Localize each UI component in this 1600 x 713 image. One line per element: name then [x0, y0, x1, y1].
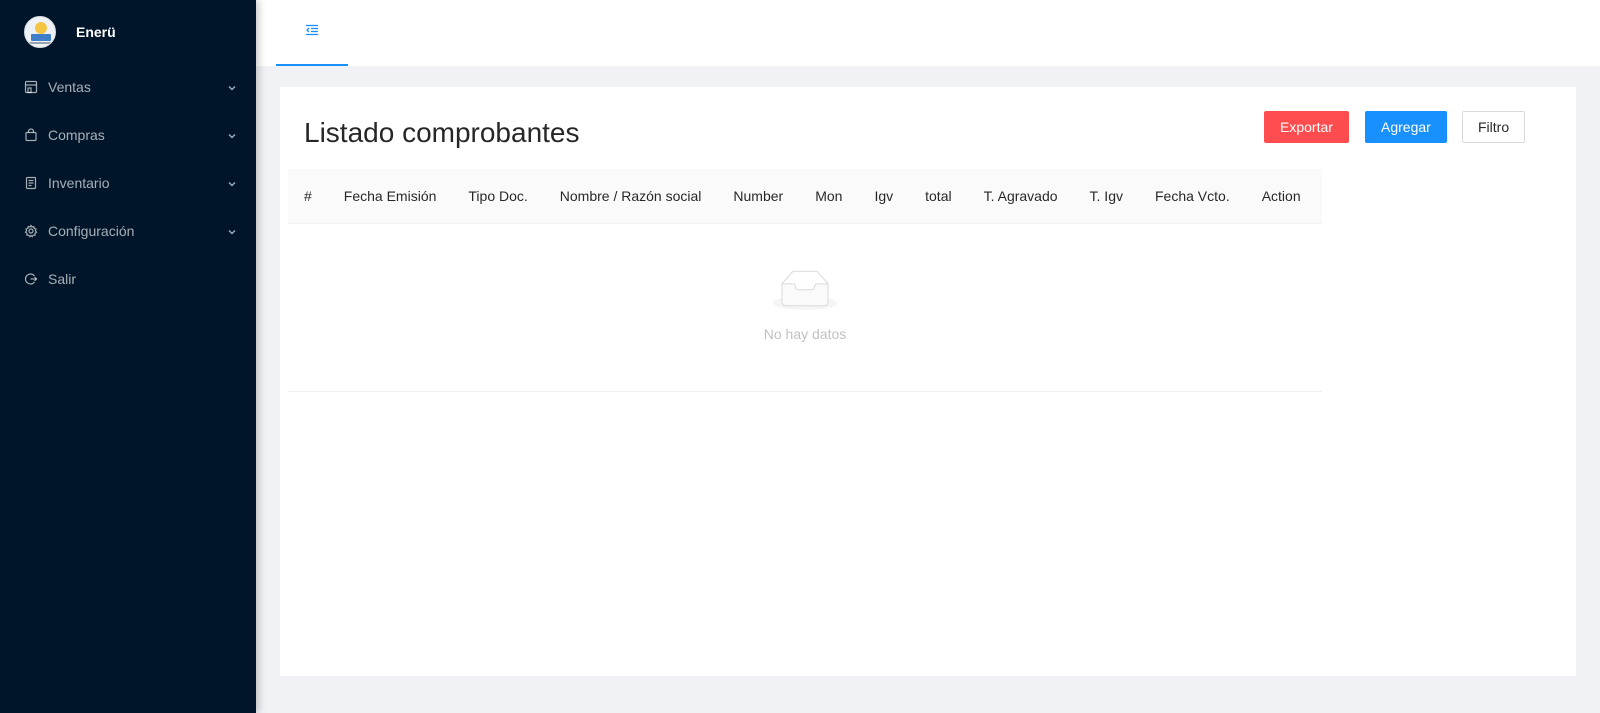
column-header-nombre: Nombre / Razón social: [559, 188, 702, 204]
chevron-down-icon: [226, 129, 238, 141]
column-header-index: #: [304, 188, 312, 204]
column-header-total: total: [925, 188, 952, 204]
menu-fold-icon: [305, 23, 319, 42]
column-header-action: Action: [1261, 188, 1301, 204]
menu-toggle-tab[interactable]: [276, 0, 348, 66]
top-header: [256, 0, 1600, 66]
chevron-down-icon: [226, 177, 238, 189]
sidebar-item-salir[interactable]: Salir: [0, 255, 256, 303]
brand-name: Enerü: [76, 24, 116, 40]
gear-icon: [24, 224, 38, 238]
filter-button[interactable]: Filtro: [1462, 111, 1526, 143]
page-title: Listado comprobantes: [304, 117, 580, 148]
logo[interactable]: [24, 16, 56, 48]
sidebar-item-label: Inventario: [48, 175, 110, 191]
sidebar-item-label: Salir: [48, 271, 77, 287]
sidebar-item-compras[interactable]: Compras: [0, 111, 256, 159]
sidebar-item-label: Configuración: [48, 223, 135, 239]
export-button[interactable]: Exportar: [1264, 111, 1349, 143]
column-header-t-agravado: T. Agravado: [983, 188, 1058, 204]
content-card: Listado comprobantes Exportar Agregar Fi…: [280, 87, 1576, 676]
chevron-down-icon: [226, 225, 238, 237]
sidebar-item-label: Compras: [48, 127, 105, 143]
sidebar-menu: Ventas Compras Inventario Configuración …: [0, 63, 256, 303]
shopping-bag-icon: [24, 128, 38, 142]
sidebar-item-label: Ventas: [48, 79, 91, 95]
add-button[interactable]: Agregar: [1365, 111, 1447, 143]
sidebar-item-configuracion[interactable]: Configuración: [0, 207, 256, 255]
chevron-down-icon: [226, 81, 238, 93]
sidebar: Enerü Ventas Compras Inventario Configur…: [0, 0, 256, 713]
column-header-igv: Igv: [874, 188, 894, 204]
column-header-mon: Mon: [815, 188, 843, 204]
column-header-tipo-doc: Tipo Doc.: [468, 188, 528, 204]
sidebar-item-ventas[interactable]: Ventas: [0, 63, 256, 111]
logout-icon: [24, 272, 38, 286]
column-header-t-igv: T. Igv: [1089, 188, 1123, 204]
column-header-fecha-vcto: Fecha Vcto.: [1155, 188, 1230, 204]
invoices-table: # Fecha Emisión Tipo Doc. Nombre / Razón…: [288, 169, 1322, 392]
empty-text: No hay datos: [763, 326, 847, 342]
table-header-row: # Fecha Emisión Tipo Doc. Nombre / Razón…: [288, 169, 1322, 224]
column-header-fecha-emision: Fecha Emisión: [343, 188, 437, 204]
empty-inbox-icon: [773, 270, 837, 310]
document-list-icon: [24, 176, 38, 190]
sidebar-item-inventario[interactable]: Inventario: [0, 159, 256, 207]
column-header-number: Number: [733, 188, 784, 204]
shop-icon: [24, 80, 38, 94]
table-empty-state: No hay datos: [288, 224, 1322, 392]
